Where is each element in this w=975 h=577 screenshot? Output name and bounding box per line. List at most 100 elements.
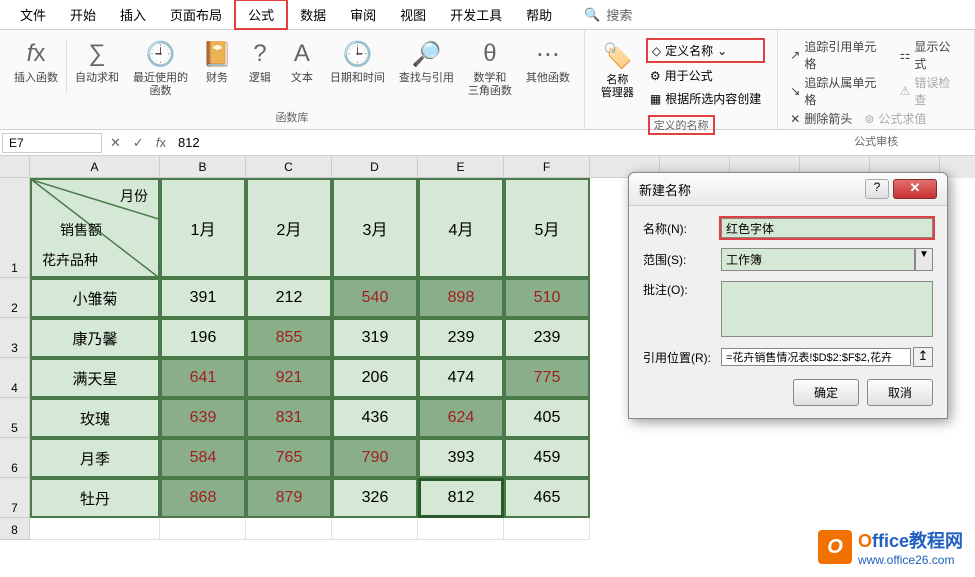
data-cell[interactable]: 641 bbox=[160, 358, 246, 398]
month-header-cell[interactable]: 1月 bbox=[160, 178, 246, 278]
row-header-3[interactable]: 3 bbox=[0, 318, 30, 358]
data-cell[interactable]: 391 bbox=[160, 278, 246, 318]
cell[interactable] bbox=[246, 518, 332, 540]
row-header-4[interactable]: 4 bbox=[0, 358, 30, 398]
data-cell[interactable]: 855 bbox=[246, 318, 332, 358]
col-header-A[interactable]: A bbox=[30, 156, 160, 178]
tab-layout[interactable]: 页面布局 bbox=[158, 1, 234, 28]
dialog-help-button[interactable]: ? bbox=[865, 179, 889, 199]
confirm-formula-button[interactable]: ✓ bbox=[127, 135, 150, 151]
tab-view[interactable]: 视图 bbox=[388, 1, 438, 28]
trace-dependents-button[interactable]: ↘追踪从属单元格 bbox=[790, 74, 887, 108]
name-manager-button[interactable]: 🏷️ 名称 管理器 bbox=[593, 34, 642, 113]
data-cell[interactable]: 765 bbox=[246, 438, 332, 478]
dialog-close-button[interactable]: ✕ bbox=[893, 179, 937, 199]
comment-textarea[interactable] bbox=[721, 281, 933, 337]
tab-insert[interactable]: 插入 bbox=[108, 1, 158, 28]
more-button[interactable]: ⋯ 其他函数 bbox=[520, 34, 576, 100]
data-cell[interactable]: 812 bbox=[418, 478, 504, 518]
ok-button[interactable]: 确定 bbox=[793, 379, 859, 406]
scope-dropdown-button[interactable]: ▼ bbox=[915, 248, 933, 271]
reference-picker-button[interactable]: ↥ bbox=[913, 347, 933, 367]
name-input[interactable] bbox=[721, 218, 933, 238]
row-name-cell[interactable]: 牡丹 bbox=[30, 478, 160, 518]
tab-home[interactable]: 开始 bbox=[58, 1, 108, 28]
data-cell[interactable]: 239 bbox=[504, 318, 590, 358]
row-header-6[interactable]: 6 bbox=[0, 438, 30, 478]
data-cell[interactable]: 319 bbox=[332, 318, 418, 358]
data-cell[interactable]: 584 bbox=[160, 438, 246, 478]
month-header-cell[interactable]: 3月 bbox=[332, 178, 418, 278]
data-cell[interactable]: 510 bbox=[504, 278, 590, 318]
row-header-2[interactable]: 2 bbox=[0, 278, 30, 318]
select-all-corner[interactable] bbox=[0, 156, 30, 178]
col-header-E[interactable]: E bbox=[418, 156, 504, 178]
data-cell[interactable]: 196 bbox=[160, 318, 246, 358]
data-cell[interactable]: 465 bbox=[504, 478, 590, 518]
data-cell[interactable]: 868 bbox=[160, 478, 246, 518]
remove-arrows-button[interactable]: ✕删除箭头 bbox=[790, 110, 852, 127]
data-cell[interactable]: 879 bbox=[246, 478, 332, 518]
month-header-cell[interactable]: 4月 bbox=[418, 178, 504, 278]
row-header-8[interactable]: 8 bbox=[0, 518, 30, 540]
data-cell[interactable]: 898 bbox=[418, 278, 504, 318]
col-header-F[interactable]: F bbox=[504, 156, 590, 178]
data-cell[interactable]: 393 bbox=[418, 438, 504, 478]
data-cell[interactable]: 775 bbox=[504, 358, 590, 398]
trace-precedents-button[interactable]: ↗追踪引用单元格 bbox=[790, 38, 887, 72]
diagonal-header-cell[interactable]: 月份 销售额 花卉品种 bbox=[30, 178, 160, 278]
use-in-formula-button[interactable]: ⚙ 用于公式 bbox=[646, 65, 765, 86]
row-name-cell[interactable]: 康乃馨 bbox=[30, 318, 160, 358]
search-box[interactable]: 🔍 搜索 bbox=[584, 5, 632, 24]
create-from-selection-button[interactable]: ▦ 根据所选内容创建 bbox=[646, 88, 765, 109]
math-button[interactable]: θ 数学和 三角函数 bbox=[462, 34, 518, 100]
row-header-7[interactable]: 7 bbox=[0, 478, 30, 518]
data-cell[interactable]: 921 bbox=[246, 358, 332, 398]
cancel-button[interactable]: 取消 bbox=[867, 379, 933, 406]
cell[interactable] bbox=[418, 518, 504, 540]
data-cell[interactable]: 459 bbox=[504, 438, 590, 478]
data-cell[interactable]: 474 bbox=[418, 358, 504, 398]
tab-formula[interactable]: 公式 bbox=[234, 0, 288, 30]
month-header-cell[interactable]: 2月 bbox=[246, 178, 332, 278]
month-header-cell[interactable]: 5月 bbox=[504, 178, 590, 278]
datetime-button[interactable]: 🕒 日期和时间 bbox=[324, 34, 391, 100]
error-checking-button[interactable]: ⚠错误检查 bbox=[900, 74, 962, 108]
financial-button[interactable]: 📔 财务 bbox=[196, 34, 238, 100]
tab-review[interactable]: 审阅 bbox=[338, 1, 388, 28]
data-cell[interactable]: 436 bbox=[332, 398, 418, 438]
data-cell[interactable]: 206 bbox=[332, 358, 418, 398]
text-button[interactable]: A 文本 bbox=[282, 34, 322, 100]
show-formulas-button[interactable]: ⚏显示公式 bbox=[900, 38, 962, 72]
row-name-cell[interactable]: 小雏菊 bbox=[30, 278, 160, 318]
row-name-cell[interactable]: 月季 bbox=[30, 438, 160, 478]
autosum-button[interactable]: ∑ 自动求和 bbox=[69, 34, 125, 100]
reference-input[interactable] bbox=[721, 348, 911, 366]
tab-help[interactable]: 帮助 bbox=[514, 1, 564, 28]
lookup-button[interactable]: 🔎 查找与引用 bbox=[393, 34, 460, 100]
formula-input[interactable]: 812 bbox=[172, 133, 975, 152]
name-box[interactable] bbox=[2, 133, 102, 153]
tab-file[interactable]: 文件 bbox=[8, 1, 58, 28]
cell[interactable] bbox=[332, 518, 418, 540]
cell[interactable] bbox=[30, 518, 160, 540]
data-cell[interactable]: 831 bbox=[246, 398, 332, 438]
define-name-button[interactable]: ◇ 定义名称 ⌄ bbox=[646, 38, 765, 63]
cell[interactable] bbox=[504, 518, 590, 540]
row-header-5[interactable]: 5 bbox=[0, 398, 30, 438]
row-name-cell[interactable]: 满天星 bbox=[30, 358, 160, 398]
data-cell[interactable]: 326 bbox=[332, 478, 418, 518]
fx-button[interactable]: fx bbox=[150, 135, 172, 150]
data-cell[interactable]: 239 bbox=[418, 318, 504, 358]
data-cell[interactable]: 624 bbox=[418, 398, 504, 438]
recent-button[interactable]: 🕘 最近使用的 函数 bbox=[127, 34, 194, 100]
data-cell[interactable]: 540 bbox=[332, 278, 418, 318]
tab-data[interactable]: 数据 bbox=[288, 1, 338, 28]
data-cell[interactable]: 405 bbox=[504, 398, 590, 438]
cell[interactable] bbox=[160, 518, 246, 540]
logical-button[interactable]: ? 逻辑 bbox=[240, 34, 280, 100]
data-cell[interactable]: 790 bbox=[332, 438, 418, 478]
row-header-1[interactable]: 1 bbox=[0, 178, 30, 278]
data-cell[interactable]: 212 bbox=[246, 278, 332, 318]
insert-function-button[interactable]: fx 插入函数 bbox=[8, 34, 64, 100]
